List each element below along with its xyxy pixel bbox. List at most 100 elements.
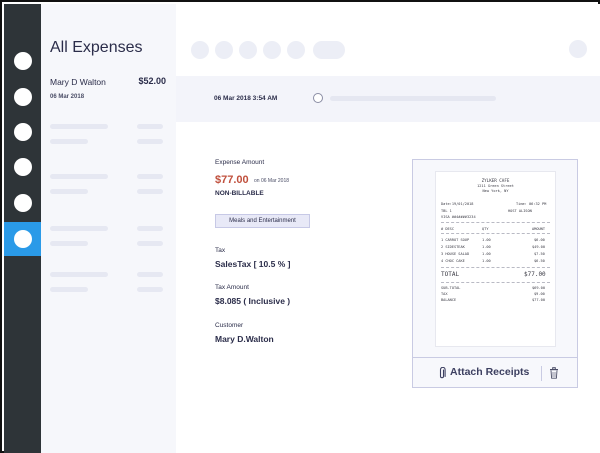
receipt-item-qty: 1.00 — [482, 245, 491, 249]
receipt-item-amount: $6.50 — [534, 259, 545, 263]
attach-receipts-button[interactable]: Attach Receipts — [450, 366, 529, 378]
tax-value: SalesTax [ 10.5 % ] — [215, 259, 291, 269]
page-title: All Expenses — [50, 39, 143, 56]
activity-datetime: 06 Mar 2018 3:54 AM — [214, 95, 278, 102]
list-item-placeholder — [137, 241, 163, 246]
expense-date: 06 Mar 2018 — [50, 94, 85, 100]
toolbar-button[interactable] — [287, 41, 305, 59]
billable-status: NON-BILLABLE — [215, 190, 264, 197]
receipt-item-amount: $6.00 — [534, 238, 545, 242]
receipt-subtotal-label: SUB-TOTAL — [441, 286, 461, 290]
receipt-card: ZYLKER CAFE 1211 Green Street New York, … — [412, 159, 578, 388]
nav-item-expenses[interactable] — [4, 222, 41, 256]
receipt-divider — [441, 233, 550, 234]
receipt-item-desc: 1 CARROT SOUP — [441, 238, 470, 242]
list-item-placeholder — [137, 189, 163, 194]
tax-amount-label: Tax Amount — [215, 284, 249, 291]
paperclip-icon[interactable] — [437, 367, 447, 380]
nav-item-3[interactable] — [4, 115, 41, 149]
customer-label: Customer — [215, 322, 244, 329]
receipt-image[interactable]: ZYLKER CAFE 1211 Green Street New York, … — [435, 171, 556, 347]
receipt-item-amount: $7.50 — [534, 252, 545, 256]
receipt-item-desc: 4 CHOC CAKE — [441, 259, 465, 263]
expense-amount: $52.00 — [138, 76, 166, 86]
receipt-card-number: VISA ##4####3234 — [441, 215, 476, 219]
list-item-placeholder — [50, 189, 88, 194]
customer-value: Mary D.Walton — [215, 334, 274, 344]
divider — [541, 366, 542, 381]
receipt-balance-label: BALANCE — [441, 298, 457, 302]
trash-icon[interactable] — [549, 367, 559, 379]
nav-dot-icon — [13, 158, 32, 176]
receipt-divider — [441, 282, 550, 283]
toolbar-button[interactable] — [191, 41, 209, 59]
app-frame: All Expenses Mary D Walton $52.00 06 Mar… — [0, 0, 600, 453]
toolbar-button[interactable] — [239, 41, 257, 59]
receipt-total-label: TOTAL — [441, 271, 460, 278]
receipt-header-amount: AMOUNT — [532, 227, 545, 231]
nav-rail — [4, 4, 41, 453]
receipt-item-desc: 2 SIDESTEAK — [441, 245, 465, 249]
toolbar-button[interactable] — [263, 41, 281, 59]
expense-customer-name: Mary D Walton — [50, 77, 106, 87]
receipt-tax-label: TAX — [441, 292, 448, 296]
list-item-placeholder — [137, 124, 163, 129]
list-item-placeholder — [50, 241, 88, 246]
nav-item-2[interactable] — [4, 80, 41, 114]
receipt-item-desc: 3 HOUSE SALAD — [441, 252, 470, 256]
toolbar-button[interactable] — [215, 41, 233, 59]
list-item-placeholder — [50, 139, 88, 144]
activity-placeholder — [330, 96, 496, 101]
category-badge: Meals and Entertainment — [215, 214, 310, 228]
receipt-city: New York, NY — [482, 189, 509, 193]
receipt-subtotal-value: $69.00 — [532, 286, 545, 290]
nav-dot-icon — [13, 88, 32, 106]
list-item-placeholder — [137, 272, 163, 277]
receipt-table: TBL 1 — [441, 209, 452, 213]
receipt-divider — [441, 222, 550, 223]
receipt-item-qty: 1.00 — [482, 238, 491, 242]
expense-amount-date: on 06 Mar 2018 — [254, 178, 290, 184]
list-item-placeholder — [50, 124, 108, 129]
receipt-item-amount: $49.00 — [532, 245, 545, 249]
list-item-placeholder — [50, 174, 108, 179]
nav-dot-icon — [13, 52, 32, 70]
receipt-store: ZYLKER CAFE — [481, 178, 510, 183]
toolbar — [176, 4, 600, 76]
nav-dot-icon — [13, 123, 32, 141]
nav-item-5[interactable] — [4, 186, 41, 220]
nav-dot-icon — [13, 230, 32, 248]
list-item-placeholder — [50, 226, 108, 231]
receipt-time: Time: 06:32 PM — [516, 202, 547, 206]
list-item-placeholder — [50, 272, 108, 277]
nav-item-1[interactable] — [4, 44, 41, 78]
tax-label: Tax — [215, 247, 226, 254]
receipt-header-qty: QTY — [482, 227, 489, 231]
expense-list-pane: All Expenses Mary D Walton $52.00 06 Mar… — [41, 4, 176, 453]
expense-list-item[interactable]: Mary D Walton $52.00 06 Mar 2018 — [41, 74, 176, 110]
expense-amount-value: $77.00 — [215, 174, 249, 186]
toolbar-pill-button[interactable] — [313, 41, 345, 59]
receipt-balance-value: $77.00 — [532, 298, 545, 302]
list-item-placeholder — [137, 174, 163, 179]
nav-item-4[interactable] — [4, 150, 41, 184]
receipt-item-qty: 1.00 — [482, 252, 491, 256]
receipt-total-value: $77.00 — [524, 271, 546, 278]
attach-receipts-bar: Attach Receipts — [413, 357, 577, 387]
list-item-placeholder — [137, 287, 163, 292]
activity-bar: 06 Mar 2018 3:54 AM — [176, 76, 600, 122]
receipt-date: Date:19/01/2018 — [441, 202, 474, 206]
receipt-divider — [441, 267, 550, 268]
list-item-placeholder — [137, 139, 163, 144]
receipt-host: HOST ALISON — [508, 209, 532, 213]
receipt-header-desc: # DESC — [441, 227, 454, 231]
tax-amount-value: $8.085 ( Inclusive ) — [215, 296, 291, 306]
receipt-item-qty: 1.00 — [482, 259, 491, 263]
receipt-street: 1211 Green Street — [477, 184, 514, 188]
expense-amount-label: Expense Amount — [215, 159, 265, 166]
list-item-placeholder — [137, 226, 163, 231]
toolbar-more-button[interactable] — [569, 40, 587, 58]
radio-circle-icon[interactable] — [313, 93, 323, 103]
nav-dot-icon — [13, 194, 32, 212]
receipt-tax-value: $9.00 — [534, 292, 545, 296]
